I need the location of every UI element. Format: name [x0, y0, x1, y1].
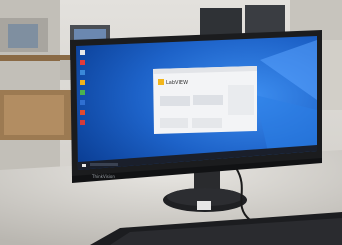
community-support-panel[interactable] [192, 118, 222, 128]
app-icon[interactable] [80, 90, 85, 95]
labview-app-title: LabVIEW [166, 80, 188, 86]
labview-logo-icon [158, 79, 164, 85]
recycle-bin-icon[interactable] [80, 50, 85, 55]
app-icon[interactable] [80, 120, 85, 125]
app-icon[interactable] [80, 70, 85, 75]
app-icon[interactable] [80, 110, 85, 115]
start-icon[interactable] [82, 164, 86, 167]
app-icon[interactable] [80, 100, 85, 105]
find-drivers-panel[interactable] [160, 118, 188, 128]
labview-window[interactable]: LabVIEW [153, 66, 257, 134]
side-panel [228, 85, 254, 115]
monitor-brand-label: ThinkVision [91, 174, 115, 179]
taskbar-search-box[interactable] [90, 163, 118, 166]
scene-svg: ThinkVision LabVIEW [0, 0, 342, 245]
open-existing-button[interactable] [193, 95, 223, 105]
app-icon[interactable] [80, 80, 85, 85]
create-project-button[interactable] [160, 96, 190, 106]
app-icon[interactable] [80, 60, 85, 65]
photo-scene: ThinkVision LabVIEW [0, 0, 342, 245]
